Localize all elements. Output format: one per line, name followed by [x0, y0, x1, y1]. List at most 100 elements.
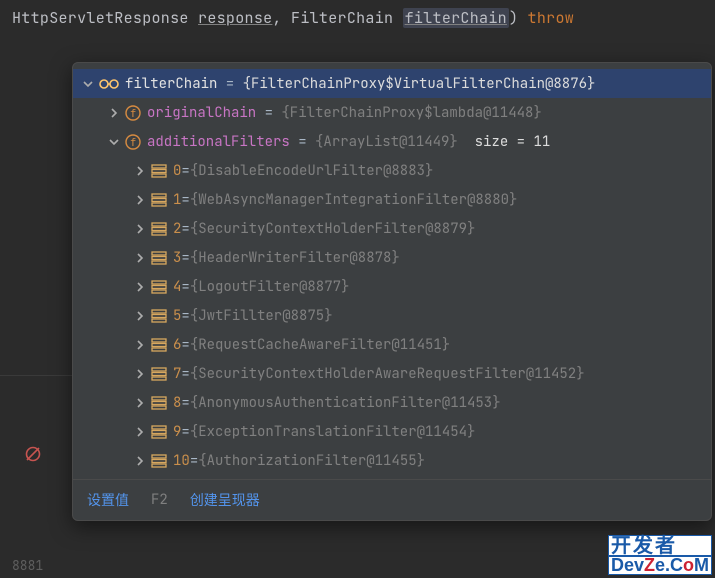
popup-footer: 设置值 F2 创建呈现器: [73, 479, 711, 520]
chevron-right-icon[interactable]: [133, 282, 147, 292]
svg-text:f: f: [130, 136, 137, 149]
chevron-right-icon[interactable]: [133, 195, 147, 205]
var-value: {FilterChainProxy$VirtualFilterChain@887…: [243, 75, 596, 93]
tree-row-filterchain[interactable]: filterChain = {FilterChainProxy$VirtualF…: [73, 69, 711, 98]
code-param-filterchain[interactable]: filterChain: [403, 8, 509, 28]
var-value: {JwtFillter@8875}: [190, 307, 333, 325]
tree-row-array-item[interactable]: 8 = {AnonymousAuthenticationFilter@11453…: [73, 388, 711, 417]
code-text: HttpServletResponse: [12, 8, 198, 28]
chevron-right-icon[interactable]: [133, 398, 147, 408]
equals-sign: =: [181, 220, 189, 238]
tree-row-array-item[interactable]: 3 = {HeaderWriterFilter@8878}: [73, 243, 711, 272]
list-element-icon: [151, 396, 167, 410]
gutter-line-number: 8881: [12, 557, 43, 574]
var-value: {WebAsyncManagerIntegrationFilter@8880}: [190, 191, 518, 209]
code-param-response: response: [198, 8, 272, 28]
tree-row-additionalfilters[interactable]: f additionalFilters = {ArrayList@11449} …: [73, 127, 711, 156]
glasses-icon: [99, 78, 119, 90]
debugger-eval-popup: filterChain = {FilterChainProxy$VirtualF…: [72, 62, 712, 521]
list-element-icon: [151, 280, 167, 294]
chevron-right-icon[interactable]: [133, 427, 147, 437]
list-element-icon: [151, 338, 167, 352]
equals-sign: =: [181, 191, 189, 209]
equals-sign: =: [181, 249, 189, 267]
list-element-icon: [151, 164, 167, 178]
tree-row-array-item[interactable]: 10 = {AuthorizationFilter@11455}: [73, 446, 711, 475]
watermark: 开发者 DevZe.CoM: [609, 536, 711, 574]
array-index: 7: [173, 365, 181, 383]
array-index: 10: [173, 452, 190, 470]
list-element-icon: [151, 309, 167, 323]
tree-row-array-item[interactable]: 4 = {LogoutFilter@8877}: [73, 272, 711, 301]
array-index: 1: [173, 191, 181, 209]
list-element-icon: [151, 454, 167, 468]
chevron-right-icon[interactable]: [133, 340, 147, 350]
tree-row-array-item[interactable]: 9 = {ExceptionTranslationFilter@11454}: [73, 417, 711, 446]
var-value: {SecurityContextHolderAwareRequestFilter…: [190, 365, 585, 383]
field-icon: f: [125, 105, 141, 121]
tree-row-array-item[interactable]: 1 = {WebAsyncManagerIntegrationFilter@88…: [73, 185, 711, 214]
var-value: {AnonymousAuthenticationFilter@11453}: [190, 394, 501, 412]
tree-row-array-item[interactable]: 0 = {DisableEncodeUrlFilter@8883}: [73, 156, 711, 185]
var-value: {AuthorizationFilter@11455}: [198, 452, 425, 470]
tree-row-array-item[interactable]: 5 = {JwtFillter@8875}: [73, 301, 711, 330]
array-index: 5: [173, 307, 181, 325]
equals-sign: =: [181, 394, 189, 412]
breakpoint-muted-icon[interactable]: [24, 445, 42, 468]
list-element-icon: [151, 251, 167, 265]
chevron-down-icon[interactable]: [107, 137, 121, 147]
tree-row-array-item[interactable]: 7 = {SecurityContextHolderAwareRequestFi…: [73, 359, 711, 388]
chevron-right-icon[interactable]: [133, 369, 147, 379]
chevron-right-icon[interactable]: [133, 166, 147, 176]
var-name: originalChain: [147, 104, 256, 122]
field-icon: f: [125, 134, 141, 150]
chevron-right-icon[interactable]: [107, 108, 121, 118]
chevron-down-icon[interactable]: [81, 79, 95, 89]
tree-row-originalchain[interactable]: f originalChain = {FilterChainProxy$lamb…: [73, 98, 711, 127]
equals-sign: =: [190, 452, 198, 470]
watermark-bottom: DevZe.CoM: [609, 556, 711, 574]
var-value: {RequestCacheAwareFilter@11451}: [190, 336, 450, 354]
array-index: 0: [173, 162, 181, 180]
equals-sign: =: [181, 365, 189, 383]
equals-sign: =: [290, 133, 315, 151]
equals-sign: =: [217, 75, 242, 93]
var-value: {LogoutFilter@8877}: [190, 278, 350, 296]
equals-sign: =: [181, 336, 189, 354]
code-text: , FilterChain: [272, 8, 402, 28]
array-index: 8: [173, 394, 181, 412]
chevron-right-icon[interactable]: [133, 311, 147, 321]
var-value: {ExceptionTranslationFilter@11454}: [190, 423, 476, 441]
equals-sign: =: [256, 104, 281, 122]
create-renderer-action[interactable]: 创建呈现器: [190, 490, 260, 510]
var-value: {DisableEncodeUrlFilter@8883}: [190, 162, 434, 180]
equals-sign: =: [181, 423, 189, 441]
var-value: {ArrayList@11449}: [315, 133, 458, 151]
tree-row-array-item[interactable]: 6 = {RequestCacheAwareFilter@11451}: [73, 330, 711, 359]
code-text: ): [509, 8, 528, 28]
variable-tree[interactable]: filterChain = {FilterChainProxy$VirtualF…: [73, 63, 711, 479]
list-element-icon: [151, 367, 167, 381]
editor-gutter: 8881: [0, 45, 72, 578]
watermark-top: 开发者: [609, 536, 711, 556]
var-size: size = 11: [458, 133, 550, 151]
array-index: 3: [173, 249, 181, 267]
chevron-right-icon[interactable]: [133, 224, 147, 234]
tree-row-array-item[interactable]: 2 = {SecurityContextHolderFilter@8879}: [73, 214, 711, 243]
set-value-action[interactable]: 设置值: [87, 490, 129, 510]
array-index: 9: [173, 423, 181, 441]
array-index: 6: [173, 336, 181, 354]
list-element-icon: [151, 222, 167, 236]
code-keyword-throw: throw: [528, 8, 575, 28]
chevron-right-icon[interactable]: [133, 253, 147, 263]
equals-sign: =: [181, 307, 189, 325]
code-editor-line: HttpServletResponse response, FilterChai…: [0, 0, 715, 36]
array-index: 4: [173, 278, 181, 296]
list-element-icon: [151, 193, 167, 207]
var-value: {FilterChainProxy$lambda@11448}: [281, 104, 541, 122]
array-index: 2: [173, 220, 181, 238]
shortcut-f2: F2: [151, 491, 168, 509]
chevron-right-icon[interactable]: [133, 456, 147, 466]
svg-text:f: f: [130, 107, 137, 120]
var-value: {SecurityContextHolderFilter@8879}: [190, 220, 476, 238]
